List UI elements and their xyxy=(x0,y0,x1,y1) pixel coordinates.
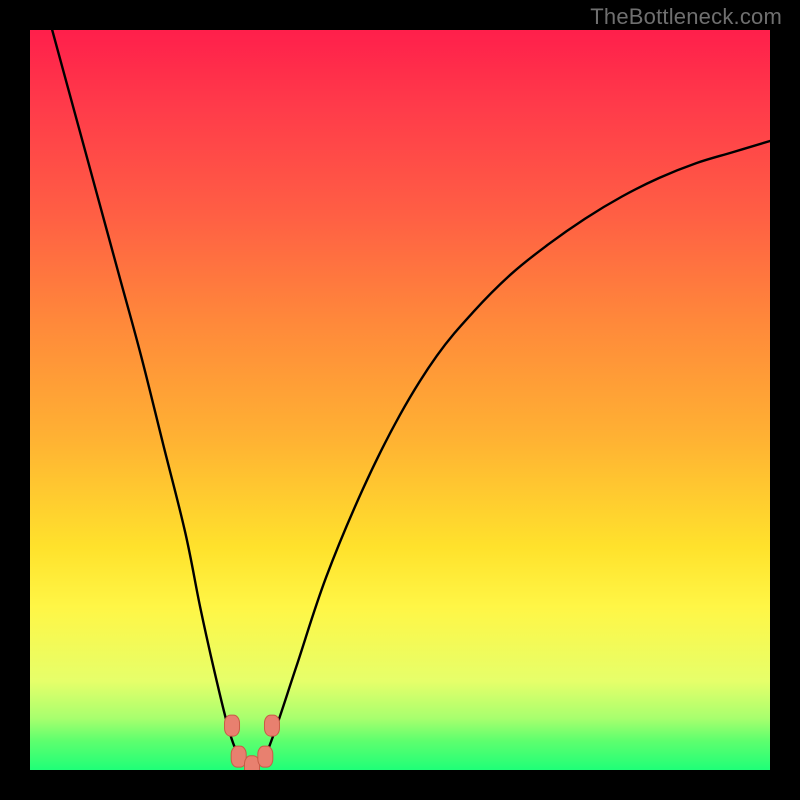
bottleneck-chart xyxy=(30,30,770,770)
marker-right-bot xyxy=(258,746,273,767)
frame: TheBottleneck.com xyxy=(0,0,800,800)
marker-left-top xyxy=(225,715,240,736)
watermark-text: TheBottleneck.com xyxy=(590,4,782,30)
marker-left-bot xyxy=(231,746,246,767)
marker-right-top xyxy=(264,715,279,736)
chart-area xyxy=(30,30,770,770)
bottleneck-curve xyxy=(52,30,770,769)
marker-mid-bot xyxy=(245,756,260,770)
